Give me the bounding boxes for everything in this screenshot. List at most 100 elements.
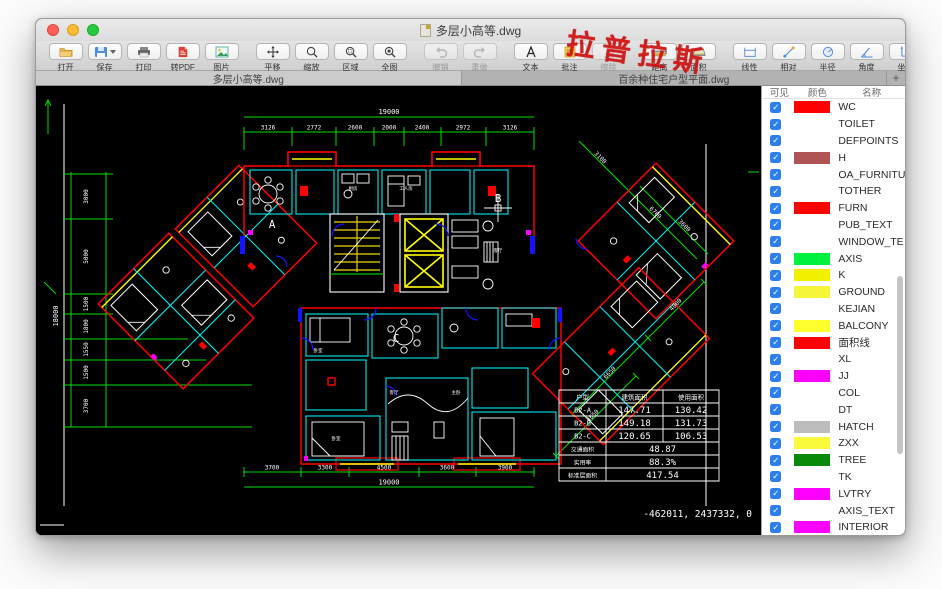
layer-visible-checkbox[interactable]: ✓ — [770, 169, 782, 181]
layer-name[interactable]: DT — [838, 404, 852, 416]
layer-visible-checkbox[interactable]: ✓ — [770, 269, 782, 281]
undo-button[interactable]: 撤销 — [423, 43, 459, 73]
layer-name[interactable]: TREE — [838, 454, 866, 466]
layer-name[interactable]: XL — [838, 353, 851, 365]
layer-row: ✓ LVTRY — [762, 485, 905, 502]
layer-name[interactable]: LVTRY — [838, 488, 871, 500]
layer-visible-checkbox[interactable]: ✓ — [770, 152, 782, 164]
layer-name[interactable]: BALCONY — [838, 320, 888, 332]
coords-button[interactable]: 坐标 — [888, 43, 905, 73]
layer-name[interactable]: DEFPOINTS — [838, 135, 898, 147]
layer-color-swatch — [794, 521, 831, 534]
layer-visible-checkbox[interactable]: ✓ — [770, 185, 782, 197]
layer-visible-checkbox[interactable]: ✓ — [770, 286, 782, 298]
layer-visible-checkbox[interactable]: ✓ — [770, 320, 782, 332]
layer-visible-checkbox[interactable]: ✓ — [770, 370, 782, 382]
layer-name[interactable]: INTERIOR — [838, 521, 888, 533]
layer-name[interactable]: ZXX — [838, 437, 858, 449]
dimension-label: 2000 — [382, 125, 397, 132]
unit-b-furniture — [451, 194, 512, 290]
layer-name[interactable]: TK — [838, 471, 851, 483]
area-button[interactable]: 面积 — [681, 43, 717, 73]
layer-name[interactable]: K — [838, 269, 845, 281]
pan-icon — [256, 43, 290, 60]
coords-icon — [889, 43, 905, 60]
zoom-fit-button[interactable]: 全图 — [372, 43, 408, 73]
layer-visible-checkbox[interactable]: ✓ — [770, 253, 782, 265]
layer-name[interactable]: FURN — [838, 202, 867, 214]
note-button[interactable]: 批注 — [552, 43, 588, 73]
tab-document-1[interactable]: 多层小高等.dwg — [36, 71, 462, 86]
text-button[interactable]: 文本 — [513, 43, 549, 73]
layer-name[interactable]: H — [838, 152, 846, 164]
panel-scrollbar-thumb[interactable] — [897, 276, 903, 454]
layer-name[interactable]: WC — [838, 101, 856, 113]
open-button[interactable]: 打开 — [48, 43, 84, 73]
layer-row: ✓ K — [762, 267, 905, 284]
title-bar[interactable]: 多层小高等.dwg — [36, 19, 905, 41]
room-label: 卧室 — [314, 347, 323, 354]
floor-plan-canvas[interactable]: 19000 3126 2772 2600 2000 2400 2972 3126 3700 330… — [36, 86, 763, 536]
dimension-label: 3700 — [83, 398, 90, 413]
room-label: 客厅 — [390, 389, 399, 396]
dimension-label: 6700 — [647, 205, 662, 220]
document-icon — [419, 23, 431, 37]
layer-visible-checkbox[interactable]: ✓ — [770, 353, 782, 365]
layer-name[interactable]: OA_FURNITU… — [838, 169, 905, 181]
zoom-button[interactable]: 缩放 — [294, 43, 330, 73]
save-button[interactable]: 保存 — [87, 43, 123, 73]
note-icon — [553, 43, 587, 60]
relative-button[interactable]: 相对 — [771, 43, 807, 73]
layer-visible-checkbox[interactable]: ✓ — [770, 505, 782, 517]
redo-button[interactable]: 重做 — [462, 43, 498, 73]
angle-button[interactable]: 角度 — [849, 43, 885, 73]
print-button[interactable]: 打印 — [126, 43, 162, 73]
layer-name[interactable]: JJ — [838, 370, 849, 382]
tab-document-2[interactable]: 百余种住宅户型平面.dwg — [462, 71, 887, 86]
layer-visible-checkbox[interactable]: ✓ — [770, 118, 782, 130]
layer-visible-checkbox[interactable]: ✓ — [770, 303, 782, 315]
layer-visible-checkbox[interactable]: ✓ — [770, 471, 782, 483]
pan-button[interactable]: 平移 — [255, 43, 291, 73]
layer-name[interactable]: GROUND — [838, 286, 885, 298]
layer-visible-checkbox[interactable]: ✓ — [770, 488, 782, 500]
layer-name[interactable]: TOILET — [838, 118, 875, 130]
layer-visible-checkbox[interactable]: ✓ — [770, 437, 782, 449]
image-button[interactable]: 图片 — [204, 43, 240, 73]
pdf-button[interactable]: 转PDF — [165, 43, 201, 73]
area-table-cell: 120.65 — [618, 432, 651, 442]
layer-visible-checkbox[interactable]: ✓ — [770, 219, 782, 231]
layer-visible-checkbox[interactable]: ✓ — [770, 337, 782, 349]
layer-name[interactable]: PUB_TEXT — [838, 219, 892, 231]
erase-button[interactable]: 擦除 — [591, 43, 627, 73]
new-tab-button[interactable]: + — [887, 71, 905, 85]
layer-visible-checkbox[interactable]: ✓ — [770, 404, 782, 416]
room-label: 厨房 — [349, 185, 358, 192]
layer-visible-checkbox[interactable]: ✓ — [770, 521, 782, 533]
distance-button[interactable]: 距离 — [642, 43, 678, 73]
toolbar-group: 打开 保存 打印 转PDF 图片 — [48, 43, 240, 73]
layer-name[interactable]: WINDOW_TE… — [838, 236, 905, 248]
layer-name[interactable]: AXIS — [838, 253, 862, 265]
layer-row: ✓ KEJIAN — [762, 301, 905, 318]
core-stairs-elevators — [329, 213, 449, 293]
layer-visible-checkbox[interactable]: ✓ — [770, 202, 782, 214]
layer-visible-checkbox[interactable]: ✓ — [770, 454, 782, 466]
drawing-viewport[interactable]: 19000 3126 2772 2600 2000 2400 2972 3126 3700 330… — [36, 86, 763, 536]
layer-visible-checkbox[interactable]: ✓ — [770, 236, 782, 248]
layer-name[interactable]: AXIS_TEXT — [838, 505, 895, 517]
layer-visible-checkbox[interactable]: ✓ — [770, 135, 782, 147]
layer-visible-checkbox[interactable]: ✓ — [770, 387, 782, 399]
linear-button[interactable]: 线性 — [732, 43, 768, 73]
layer-visible-checkbox[interactable]: ✓ — [770, 421, 782, 433]
zoom-area-button[interactable]: 区域 — [333, 43, 369, 73]
radius-button[interactable]: 半径 — [810, 43, 846, 73]
layer-name[interactable]: KEJIAN — [838, 303, 875, 315]
layer-name[interactable]: HATCH — [838, 421, 873, 433]
layer-name[interactable]: COL — [838, 387, 860, 399]
dimension-label: 1500 — [83, 365, 90, 380]
layer-visible-checkbox[interactable]: ✓ — [770, 101, 782, 113]
layer-name[interactable]: 面积线 — [838, 335, 870, 350]
layer-name[interactable]: TOTHER — [838, 185, 881, 197]
toolbar-button-label: 角度 — [858, 62, 876, 72]
